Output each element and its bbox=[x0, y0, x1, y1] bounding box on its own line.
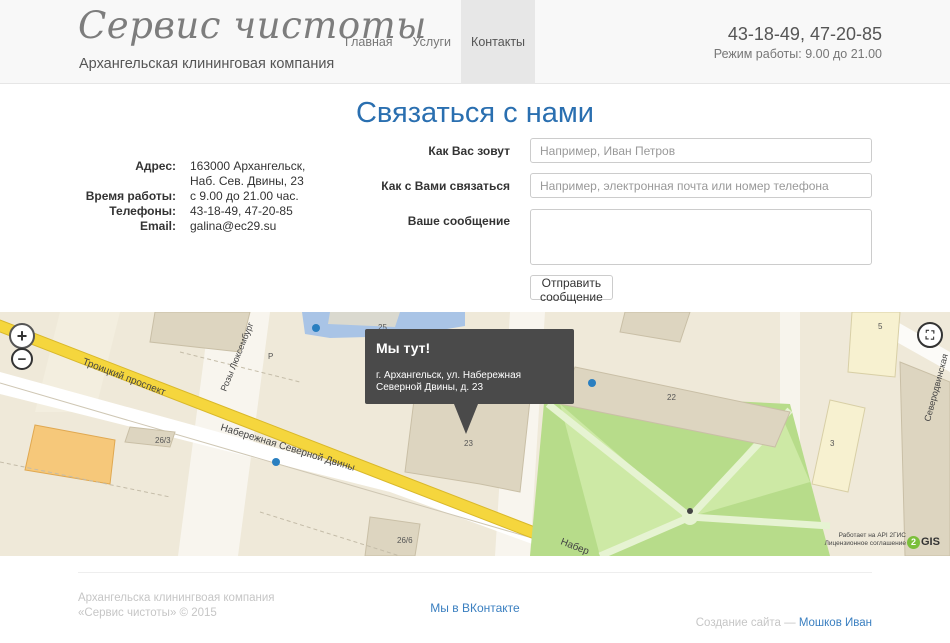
address-block: Адрес: 163000 Архангельск, Наб. Сев. Дви… bbox=[60, 159, 306, 234]
popup-title: Мы тут! bbox=[376, 340, 431, 356]
parking-label: P bbox=[268, 352, 273, 361]
header-phones: 43-18-49, 47-20-85 bbox=[727, 24, 882, 44]
contact-label: Как с Вами связаться bbox=[381, 179, 510, 193]
house-number: 3 bbox=[830, 439, 835, 448]
footer-credit: Создание сайта — Мошков Иван bbox=[696, 617, 872, 629]
contact-input[interactable] bbox=[530, 173, 872, 198]
message-textarea[interactable] bbox=[530, 209, 872, 265]
hours-label: Время работы: bbox=[85, 189, 176, 203]
credit-author-link[interactable]: Мошков Иван bbox=[799, 617, 872, 629]
house-number: 26/6 bbox=[397, 536, 413, 545]
address-value: Наб. Сев. Двины, 23 bbox=[190, 174, 304, 188]
site-header: Сервис чистоты Архангельская клининговая… bbox=[0, 0, 950, 84]
attribution-api-link[interactable]: Работает на API 2ГИС bbox=[820, 532, 906, 540]
address-label: Адрес: bbox=[135, 159, 176, 173]
page-title: Связаться с нами bbox=[355, 97, 594, 129]
zoom-in-button[interactable]: + bbox=[9, 323, 35, 349]
poi-icon bbox=[312, 324, 320, 332]
2gis-logo-text: GIS bbox=[921, 536, 940, 548]
email-label: Email: bbox=[139, 219, 176, 233]
footer-divider bbox=[78, 572, 872, 573]
credit-prefix: Создание сайта — bbox=[695, 617, 799, 629]
header-hours: Режим работы: 9.00 до 21.00 bbox=[713, 47, 882, 61]
monument-icon bbox=[687, 508, 693, 514]
address-row: Адрес: 163000 Архангельск, bbox=[60, 159, 305, 174]
2gis-logo: 2 GIS bbox=[907, 536, 940, 549]
nav-home[interactable]: Главная bbox=[335, 0, 403, 84]
map-popup: Мы тут! г. Архангельск, ул. Набережная С… bbox=[365, 329, 574, 434]
attribution-license-link[interactable]: Лицензионное соглашение bbox=[820, 540, 906, 548]
map-attribution: Работает на API 2ГИС Лицензионное соглаш… bbox=[820, 532, 906, 548]
fullscreen-button[interactable]: ⛶ bbox=[917, 322, 943, 348]
popup-address: г. Архангельск, ул. Набережная Северной … bbox=[376, 370, 522, 393]
email-value: galina@ec29.su bbox=[190, 219, 277, 233]
map[interactable]: Троицкий проспект Набережная Северной Дв… bbox=[0, 312, 950, 556]
house-number: 23 bbox=[464, 439, 473, 448]
message-label: Ваше сообщение bbox=[407, 214, 510, 228]
phones-label: Телефоны: bbox=[109, 204, 176, 218]
address-row: Email: galina@ec29.su bbox=[60, 219, 305, 234]
nav-services[interactable]: Услуги bbox=[403, 0, 461, 84]
bus-stop-icon bbox=[272, 458, 280, 466]
name-input[interactable] bbox=[530, 138, 872, 163]
address-row: Наб. Сев. Двины, 23 bbox=[60, 174, 305, 189]
house-number: 26/3 bbox=[155, 436, 171, 445]
address-row: Время работы: с 9.00 до 21.00 час. bbox=[60, 189, 305, 204]
vk-link[interactable]: Мы в ВКонтакте bbox=[0, 601, 950, 615]
site-tagline: Архангельская клининговая компания bbox=[79, 56, 335, 72]
send-message-button[interactable]: Отправить сообщение bbox=[530, 275, 613, 304]
name-label: Как Вас зовут bbox=[428, 144, 510, 158]
main-nav: Главная Услуги Контакты bbox=[335, 0, 536, 84]
poi-icon bbox=[588, 379, 596, 387]
phones-value: 43-18-49, 47-20-85 bbox=[190, 204, 293, 218]
hours-value: с 9.00 до 21.00 час. bbox=[190, 189, 299, 203]
address-row: Телефоны: 43-18-49, 47-20-85 bbox=[60, 204, 305, 219]
house-number: 22 bbox=[667, 393, 676, 402]
address-value: 163000 Архангельск, bbox=[190, 159, 306, 173]
zoom-out-button[interactable]: − bbox=[11, 348, 33, 370]
address-label bbox=[60, 174, 190, 189]
2gis-logo-badge: 2 bbox=[907, 536, 920, 549]
nav-contacts[interactable]: Контакты bbox=[461, 0, 536, 84]
house-number: 5 bbox=[878, 322, 883, 331]
